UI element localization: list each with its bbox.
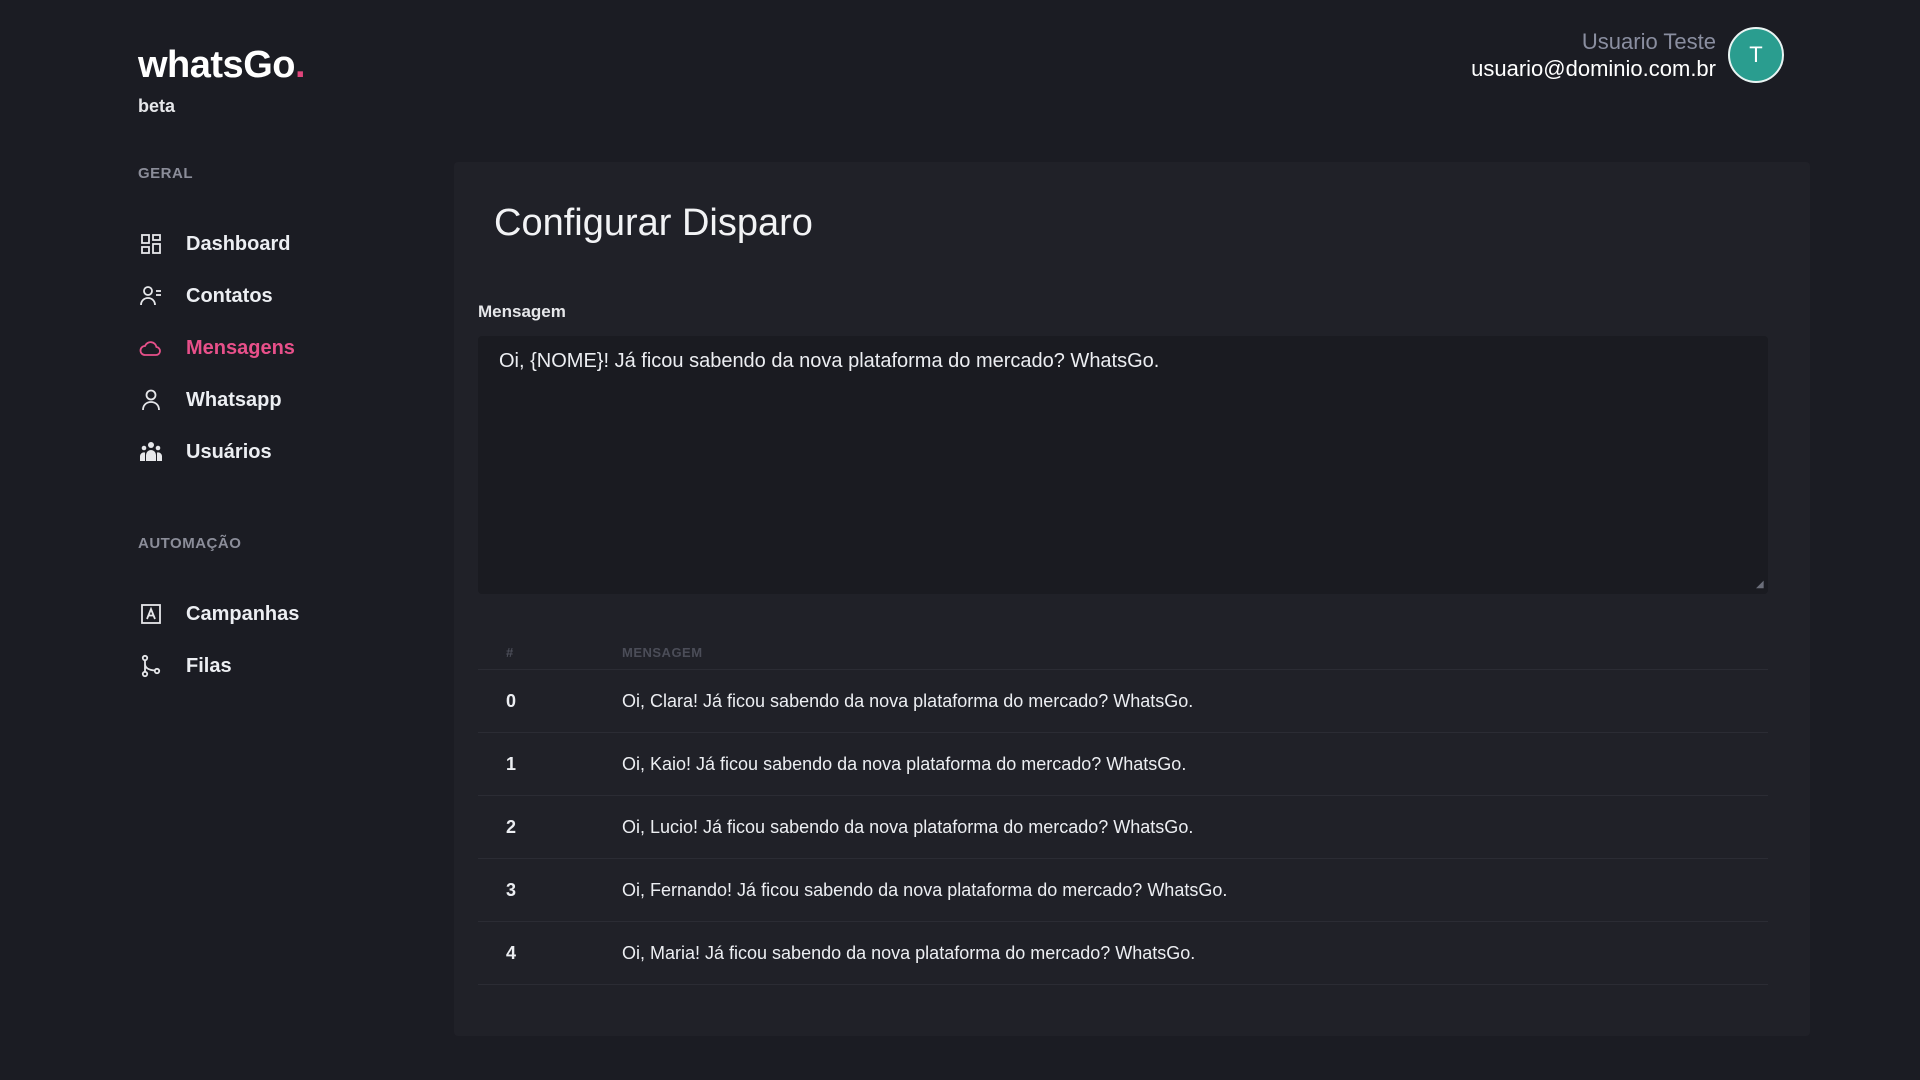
table-row[interactable]: 1 Oi, Kaio! Já ficou sabendo da nova pla…	[478, 733, 1768, 796]
brand-dot: .	[294, 44, 306, 86]
brand-beta-tag: beta	[138, 96, 176, 116]
row-message: Oi, Clara! Já ficou sabendo da nova plat…	[622, 690, 1194, 711]
sidebar-item-label: Dashboard	[186, 232, 291, 255]
user-info: Usuario Teste usuario@dominio.com.br	[1471, 28, 1716, 82]
nav-list-geral: Dashboard Contatos Mensagens Whatsapp Us…	[138, 218, 295, 478]
resize-grip-icon[interactable]: ◢	[1756, 580, 1766, 590]
sidebar-item-label: Contatos	[186, 284, 273, 307]
user-email: usuario@dominio.com.br	[1471, 56, 1716, 81]
message-field-label: Mensagem	[478, 302, 566, 321]
brand-name: whatsGo.	[138, 42, 306, 88]
user-icon	[138, 387, 164, 413]
section-title-automacao: AUTOMAÇÃO	[138, 535, 242, 552]
row-index: 4	[506, 942, 517, 963]
brand-name-text: whatsGo	[138, 44, 295, 86]
sidebar-item-campanhas[interactable]: Campanhas	[138, 588, 299, 640]
contacts-icon	[138, 283, 164, 309]
cloud-icon	[138, 335, 164, 361]
dashboard-icon	[138, 231, 164, 257]
sidebar-item-mensagens[interactable]: Mensagens	[138, 322, 295, 374]
sidebar-item-dashboard[interactable]: Dashboard	[138, 218, 295, 270]
table-row[interactable]: 4 Oi, Maria! Já ficou sabendo da nova pl…	[478, 922, 1768, 985]
column-header-message: MENSAGEM	[622, 645, 703, 660]
brand-logo[interactable]: whatsGo. beta	[138, 42, 306, 117]
queue-branch-icon	[138, 653, 164, 679]
row-index: 1	[506, 753, 517, 774]
users-group-icon	[138, 439, 164, 465]
message-textarea[interactable]	[478, 336, 1768, 594]
row-message: Oi, Fernando! Já ficou sabendo da nova p…	[622, 879, 1228, 900]
user-name: Usuario Teste	[1581, 29, 1716, 54]
column-header-index: #	[506, 645, 514, 660]
sidebar-item-label: Usuários	[186, 440, 272, 463]
sidebar-item-whatsapp[interactable]: Whatsapp	[138, 374, 295, 426]
sidebar: whatsGo. beta GERAL Dashboard Contatos M…	[0, 0, 440, 1080]
sidebar-item-filas[interactable]: Filas	[138, 640, 299, 692]
sidebar-item-label: Mensagens	[186, 336, 295, 359]
table-row[interactable]: 0 Oi, Clara! Já ficou sabendo da nova pl…	[478, 670, 1768, 733]
row-index: 3	[506, 879, 517, 900]
row-index: 0	[506, 690, 517, 711]
campaign-icon	[138, 601, 164, 627]
sidebar-item-label: Filas	[186, 654, 232, 677]
row-message: Oi, Maria! Já ficou sabendo da nova plat…	[622, 942, 1196, 963]
table-row[interactable]: 2 Oi, Lucio! Já ficou sabendo da nova pl…	[478, 796, 1768, 859]
row-message: Oi, Lucio! Já ficou sabendo da nova plat…	[622, 816, 1194, 837]
user-menu[interactable]: Usuario Teste usuario@dominio.com.br T	[1471, 27, 1784, 83]
messages-table: # MENSAGEM 0 Oi, Clara! Já ficou sabendo…	[478, 636, 1768, 985]
table-header: # MENSAGEM	[478, 636, 1768, 670]
sidebar-item-usuarios[interactable]: Usuários	[138, 426, 295, 478]
row-message: Oi, Kaio! Já ficou sabendo da nova plata…	[622, 753, 1187, 774]
sidebar-item-label: Campanhas	[186, 602, 300, 625]
avatar[interactable]: T	[1728, 27, 1784, 83]
configure-dispatch-card: Configurar Disparo Mensagem ◢ # MENSAGEM…	[454, 162, 1810, 1036]
section-title-geral: GERAL	[138, 165, 193, 182]
sidebar-item-label: Whatsapp	[186, 388, 282, 411]
page-title: Configurar Disparo	[494, 202, 813, 244]
nav-list-automacao: Campanhas Filas	[138, 588, 299, 692]
table-row[interactable]: 3 Oi, Fernando! Já ficou sabendo da nova…	[478, 859, 1768, 922]
sidebar-item-contatos[interactable]: Contatos	[138, 270, 295, 322]
row-index: 2	[506, 816, 517, 837]
